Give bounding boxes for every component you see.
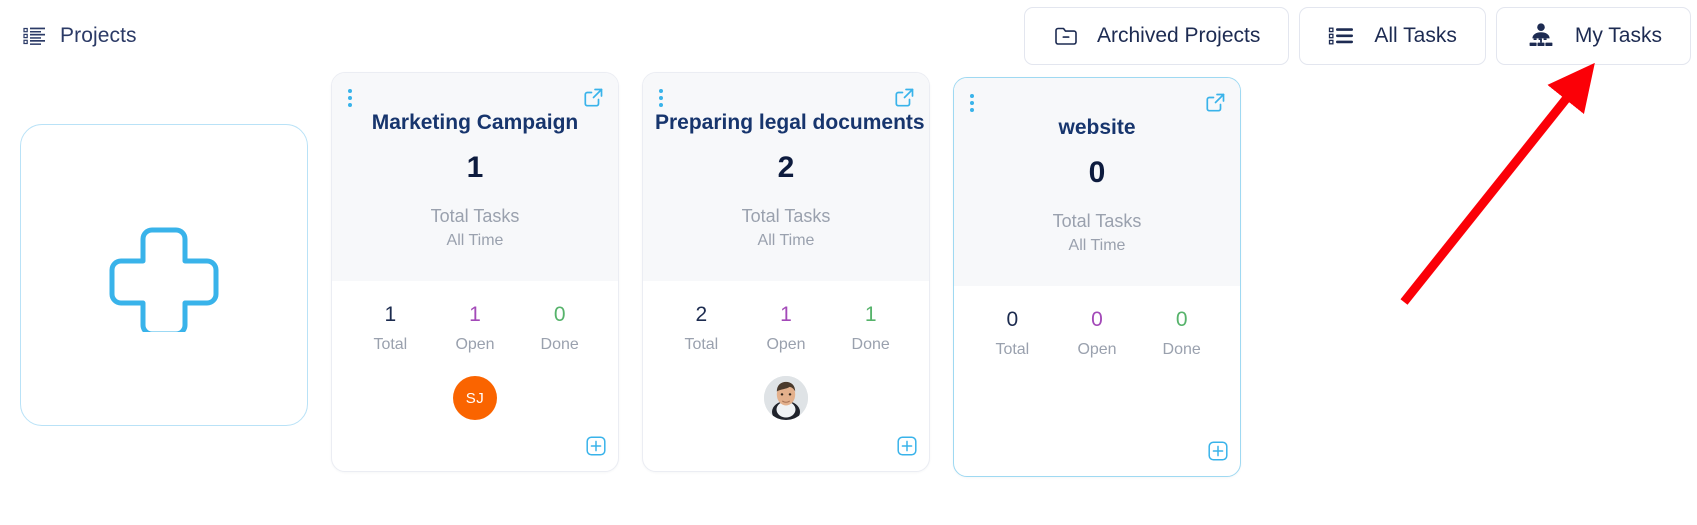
avatar[interactable]: SJ xyxy=(453,376,497,420)
stat-done: 0 Done xyxy=(1139,308,1224,359)
project-card-header: Preparing legal documents 2 Total Tasks … xyxy=(643,73,929,281)
metric-label-text: Total Tasks xyxy=(430,206,520,226)
project-card-header: website 0 Total Tasks All Time xyxy=(954,78,1240,286)
stat-total-value: 1 xyxy=(384,303,397,326)
top-actions: Archived Projects All Tasks My Tasks xyxy=(1023,7,1691,65)
metric-label-text: Total Tasks xyxy=(1052,211,1142,231)
project-title: website xyxy=(1058,116,1136,139)
project-stats: 1 Total 1 Open 0 Done xyxy=(332,281,618,354)
folder-minus-icon xyxy=(1053,24,1079,48)
projects-page: Projects Archived Projects All Tasks My … xyxy=(0,0,1697,525)
stat-open-label: Open xyxy=(1077,341,1117,358)
project-total-count: 0 xyxy=(1088,156,1106,189)
project-card[interactable]: Marketing Campaign 1 Total Tasks All Tim… xyxy=(331,72,619,472)
top-bar: Projects Archived Projects All Tasks My … xyxy=(0,0,1697,72)
project-title: Marketing Campaign xyxy=(371,111,579,134)
project-stats: 2 Total 1 Open 1 Done xyxy=(643,281,929,354)
metric-sub-text: All Time xyxy=(1068,237,1126,255)
stat-done-value: 1 xyxy=(864,303,877,326)
add-task-icon[interactable] xyxy=(586,436,606,461)
project-card[interactable]: Preparing legal documents 2 Total Tasks … xyxy=(642,72,930,472)
project-metric-label: Total Tasks All Time xyxy=(954,208,1240,257)
stat-open: 1 Open xyxy=(433,303,518,354)
stat-open: 1 Open xyxy=(744,303,829,354)
more-vertical-icon[interactable] xyxy=(348,89,352,107)
stat-total-label: Total xyxy=(373,336,408,353)
stat-open-value: 1 xyxy=(469,303,481,326)
stat-total-value: 2 xyxy=(695,303,708,326)
more-vertical-icon[interactable] xyxy=(659,89,663,107)
project-metric-label: Total Tasks All Time xyxy=(643,203,929,252)
stat-done-value: 0 xyxy=(1175,308,1188,331)
stat-open-label: Open xyxy=(766,336,806,353)
page-title: Projects xyxy=(60,24,137,47)
project-card[interactable]: website 0 Total Tasks All Time 0 Total 0… xyxy=(953,77,1241,477)
stat-total: 0 Total xyxy=(970,308,1055,359)
more-vertical-icon[interactable] xyxy=(970,94,974,112)
stat-open: 0 Open xyxy=(1055,308,1140,359)
project-members: SJ xyxy=(332,376,618,420)
stat-open-label: Open xyxy=(455,336,495,353)
stat-open-value: 0 xyxy=(1091,308,1103,331)
external-link-icon[interactable] xyxy=(894,87,915,113)
external-link-icon[interactable] xyxy=(583,87,604,113)
project-total-count: 2 xyxy=(777,151,795,184)
avatar[interactable] xyxy=(764,376,808,420)
project-stats: 0 Total 0 Open 0 Done xyxy=(954,286,1240,359)
stat-done-label: Done xyxy=(1162,341,1201,358)
project-card-header: Marketing Campaign 1 Total Tasks All Tim… xyxy=(332,73,618,281)
list-bullets-icon xyxy=(1328,24,1356,48)
add-task-icon[interactable] xyxy=(1208,441,1228,466)
archived-projects-label: Archived Projects xyxy=(1096,24,1261,47)
stat-done-value: 0 xyxy=(553,303,566,326)
my-tasks-button[interactable]: My Tasks xyxy=(1495,7,1691,65)
org-person-icon xyxy=(1525,22,1557,50)
all-tasks-label: All Tasks xyxy=(1374,24,1457,47)
stat-total-value: 0 xyxy=(1006,308,1019,331)
metric-sub-text: All Time xyxy=(757,232,815,250)
stat-total: 1 Total xyxy=(348,303,433,354)
add-task-icon[interactable] xyxy=(897,436,917,461)
stat-done: 1 Done xyxy=(828,303,913,354)
plus-icon xyxy=(105,214,223,337)
stat-total: 2 Total xyxy=(659,303,744,354)
stat-total-label: Total xyxy=(684,336,719,353)
external-link-icon[interactable] xyxy=(1205,92,1226,118)
stat-total-label: Total xyxy=(995,341,1030,358)
stat-done: 0 Done xyxy=(517,303,602,354)
project-total-count: 1 xyxy=(466,151,484,184)
page-title-group: Projects xyxy=(22,23,137,49)
my-tasks-label: My Tasks xyxy=(1574,24,1662,47)
project-metric-label: Total Tasks All Time xyxy=(332,203,618,252)
metric-sub-text: All Time xyxy=(446,232,504,250)
stat-done-label: Done xyxy=(851,336,890,353)
project-title: Preparing legal documents xyxy=(655,111,925,134)
stat-open-value: 1 xyxy=(780,303,792,326)
metric-label-text: Total Tasks xyxy=(741,206,831,226)
add-project-card[interactable] xyxy=(20,124,308,426)
projects-grid: Marketing Campaign 1 Total Tasks All Tim… xyxy=(0,72,1241,477)
list-icon xyxy=(22,23,48,49)
stat-done-label: Done xyxy=(540,336,579,353)
project-members xyxy=(643,376,929,420)
all-tasks-button[interactable]: All Tasks xyxy=(1299,7,1486,65)
archived-projects-button[interactable]: Archived Projects xyxy=(1023,7,1290,65)
